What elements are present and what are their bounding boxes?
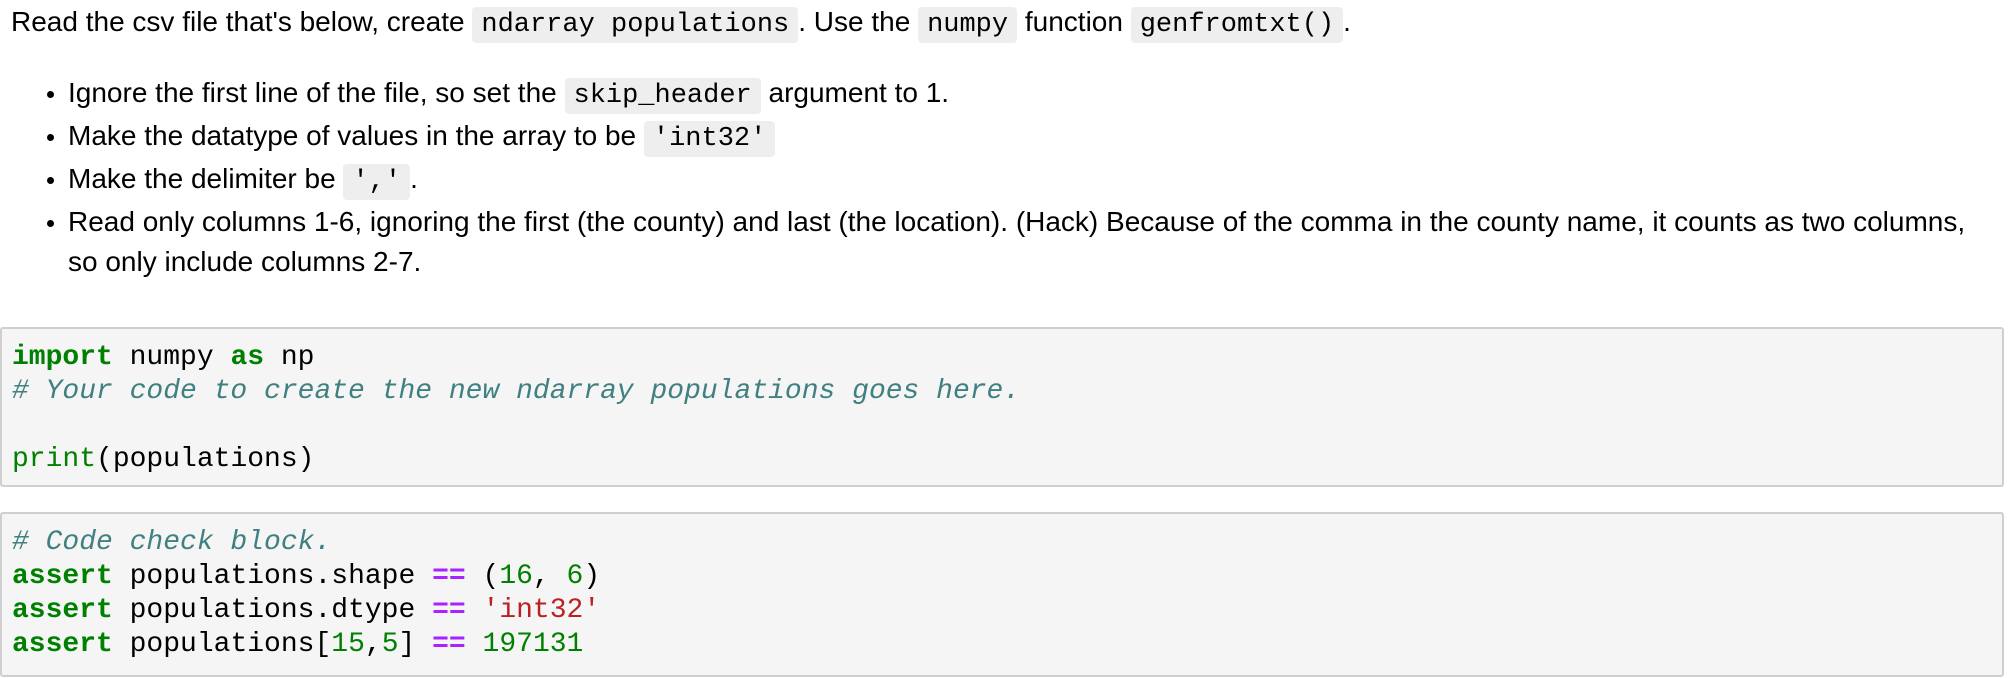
operator: ==: [432, 629, 466, 660]
bullet-text: Read only columns 1-6, ignoring the firs…: [68, 206, 1966, 277]
code-text: (: [465, 561, 500, 592]
code-text: populations[: [112, 629, 332, 660]
inline-code: numpy: [918, 7, 1018, 43]
list-item: Make the delimiter be ','.: [68, 159, 2001, 202]
intro-paragraph: Read the csv file that's below, create n…: [11, 2, 2001, 45]
keyword: assert: [12, 629, 113, 660]
code-text: numpy: [112, 342, 231, 373]
bullet-text: argument to 1.: [760, 77, 950, 108]
instruction-list: Ignore the first line of the file, so se…: [11, 73, 2001, 282]
list-item: Make the datatype of values in the array…: [68, 116, 2001, 159]
inline-code: ',': [343, 164, 411, 200]
number-literal: 15: [331, 629, 365, 660]
code-text: ,: [532, 561, 567, 592]
number-literal: 6: [566, 561, 584, 592]
code-text: populations.shape: [112, 561, 433, 592]
list-item: Ignore the first line of the file, so se…: [68, 73, 2001, 116]
code-text: ]: [398, 629, 433, 660]
keyword: assert: [12, 595, 113, 626]
inline-code: ndarray populations: [472, 7, 799, 43]
number-literal: 197131: [482, 629, 584, 660]
code-text: populations.dtype: [112, 595, 433, 626]
code-cell-solution[interactable]: import numpy as np # Your code to create…: [0, 327, 2004, 487]
bullet-text: Make the delimiter be: [68, 163, 344, 194]
inline-code: genfromtxt(): [1130, 7, 1344, 43]
code-editor[interactable]: import numpy as np # Your code to create…: [2, 329, 2002, 489]
inline-code: 'int32': [643, 121, 776, 157]
number-literal: 16: [499, 561, 533, 592]
code-editor[interactable]: # Code check block. assert populations.s…: [2, 514, 2002, 674]
operator: ==: [432, 595, 466, 626]
inline-code: skip_header: [564, 78, 761, 114]
code-comment: # Your code to create the new ndarray po…: [12, 376, 1021, 407]
keyword: as: [230, 342, 265, 373]
intro-text: .: [1343, 6, 1351, 37]
instructions: Read the csv file that's below, create n…: [11, 0, 2001, 282]
keyword: assert: [12, 561, 113, 592]
string-literal: 'int32': [482, 595, 601, 626]
keyword: import: [12, 342, 113, 373]
code-comment: # Code check block.: [12, 527, 332, 558]
intro-text: function: [1017, 6, 1131, 37]
number-literal: 5: [381, 629, 399, 660]
builtin-function: print: [12, 444, 97, 475]
code-cell-check[interactable]: # Code check block. assert populations.s…: [0, 512, 2004, 677]
intro-text: Read the csv file that's below, create: [11, 6, 473, 37]
list-item: Read only columns 1-6, ignoring the firs…: [68, 202, 2001, 282]
code-text: (populations): [96, 444, 315, 475]
code-text: ,: [364, 629, 382, 660]
code-text: np: [264, 342, 315, 373]
bullet-text: Make the datatype of values in the array…: [68, 120, 644, 151]
operator: ==: [432, 561, 466, 592]
intro-text: . Use the: [798, 6, 919, 37]
bullet-text: .: [410, 163, 418, 194]
bullet-text: Ignore the first line of the file, so se…: [68, 77, 565, 108]
code-text: ): [583, 561, 601, 592]
